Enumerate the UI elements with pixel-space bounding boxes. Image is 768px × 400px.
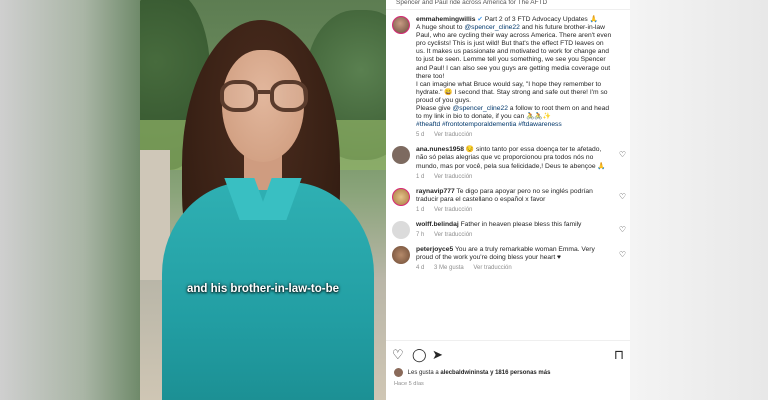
comment-icon[interactable]: ◯ [412, 348, 427, 361]
mention-link[interactable]: @spencer_cline22 [452, 105, 508, 112]
translate-link[interactable]: Ver traducción [434, 132, 472, 138]
avatar[interactable] [392, 146, 410, 165]
comment-meta: 1 d Ver traducción [416, 207, 612, 213]
comment-meta: 7 h Ver traducción [416, 232, 612, 238]
comment-heart-icon[interactable]: ♡ [619, 250, 626, 259]
glasses [220, 80, 308, 114]
translate-link[interactable]: Ver traducción [434, 207, 472, 213]
caption-meta: 5 d Ver traducción [416, 132, 612, 138]
send-icon[interactable]: ➤ [432, 348, 443, 361]
glasses-bridge [258, 90, 270, 94]
post-username[interactable]: emmahemingwillis [416, 16, 475, 23]
caption-line: I can imagine what Bruce would say, "I h… [416, 80, 608, 104]
comments-scroll[interactable]: emmahemingwillis ✔ Part 2 of 3 FTD Advoc… [386, 12, 630, 337]
comment-text: raynavip777 Te digo para apoyar pero no … [416, 188, 612, 204]
caption-line: Part 2 of 3 FTD Advocacy Updates [484, 16, 588, 23]
translate-link[interactable]: Ver traducción [434, 232, 472, 238]
comment-username[interactable]: raynavip777 [416, 188, 455, 195]
avatar[interactable] [392, 245, 410, 264]
verified-icon: ✔ [477, 16, 483, 23]
comment-heart-icon[interactable]: ♡ [619, 225, 626, 234]
comment-body: Father in heaven please bless this famil… [460, 220, 582, 228]
comment-time: 1 d [416, 206, 425, 213]
likes-prefix: Les gusta a [407, 370, 439, 377]
comment-text: wolff.belindaj Father in heaven please b… [416, 221, 612, 229]
bookmark-icon[interactable]: ⊓ [614, 348, 624, 361]
heart-icon[interactable]: ♡ [392, 348, 404, 361]
video-caption: and his brother-in-law-to-be [186, 283, 340, 295]
comment-heart-icon[interactable]: ♡ [619, 150, 626, 159]
comment-likes[interactable]: 3 Me gusta [434, 265, 464, 271]
post-age: Hace 5 días [394, 381, 424, 387]
comment-heart-icon[interactable]: ♡ [619, 192, 626, 201]
comment-username[interactable]: peterjoyce5 [416, 246, 453, 253]
previous-comment-fragment: Spencer and Paul ride across America for… [386, 0, 630, 10]
comment-username[interactable]: wolff.belindaj [416, 221, 459, 228]
backdrop-left [0, 0, 140, 400]
action-bar: ♡ ◯ ➤ ⊓ [386, 340, 630, 368]
comment-meta: 4 d 3 Me gusta Ver traducción [416, 265, 612, 271]
post-caption: emmahemingwillis ✔ Part 2 of 3 FTD Advoc… [386, 12, 630, 138]
glasses-lens-right [270, 80, 308, 112]
likes-summary: Les gusta a alecbaldwininsta y 1816 pers… [394, 368, 550, 377]
caption-text: emmahemingwillis ✔ Part 2 of 3 FTD Advoc… [416, 16, 612, 129]
comment-item: ana.nunes1958 😔 sinto tanto por essa doe… [386, 146, 630, 180]
comment-item: peterjoyce5 You are a truly remarkable w… [386, 245, 630, 271]
post-modal: and his brother-in-law-to-be Spencer and… [140, 0, 630, 400]
comment-item: raynavip777 Te digo para apoyar pero no … [386, 187, 630, 213]
comment-time: 1 d [416, 173, 425, 180]
video-player[interactable]: and his brother-in-law-to-be [140, 0, 386, 400]
comment-meta: 1 d Ver traducción [416, 174, 612, 180]
caption-line: A huge shout to [416, 24, 463, 32]
caption-line: and his future brother-in-law Paul, who … [416, 24, 612, 80]
likes-count[interactable]: y 1816 personas más [490, 370, 550, 376]
comment-item: wolff.belindaj Father in heaven please b… [386, 220, 630, 239]
glasses-lens-left [220, 80, 258, 112]
caption-time: 5 d [416, 132, 425, 139]
translate-link[interactable]: Ver traducción [434, 174, 472, 180]
translate-link[interactable]: Ver traducción [473, 265, 511, 271]
avatar[interactable] [392, 187, 410, 206]
mention-link[interactable]: @spencer_cline22 [464, 24, 520, 31]
backdrop-right [630, 0, 768, 400]
liker-avatar [394, 368, 403, 377]
comment-text: peterjoyce5 You are a truly remarkable w… [416, 246, 612, 262]
comment-time: 7 h [416, 231, 425, 238]
flag-icon: 🙏 [589, 16, 598, 23]
comment-time: 4 d [416, 265, 425, 272]
avatar[interactable] [392, 16, 410, 34]
comment-text: ana.nunes1958 😔 sinto tanto por essa doe… [416, 146, 612, 170]
avatar-placeholder[interactable] [392, 220, 410, 239]
caption-line: Please give [416, 105, 451, 113]
likes-user[interactable]: alecbaldwininsta [440, 370, 488, 376]
hashtag-link[interactable]: #theaftd #frontotemporaldementia #ftdawa… [416, 121, 562, 128]
post-panel: Spencer and Paul ride across America for… [386, 0, 630, 400]
comment-username[interactable]: ana.nunes1958 [416, 146, 464, 153]
